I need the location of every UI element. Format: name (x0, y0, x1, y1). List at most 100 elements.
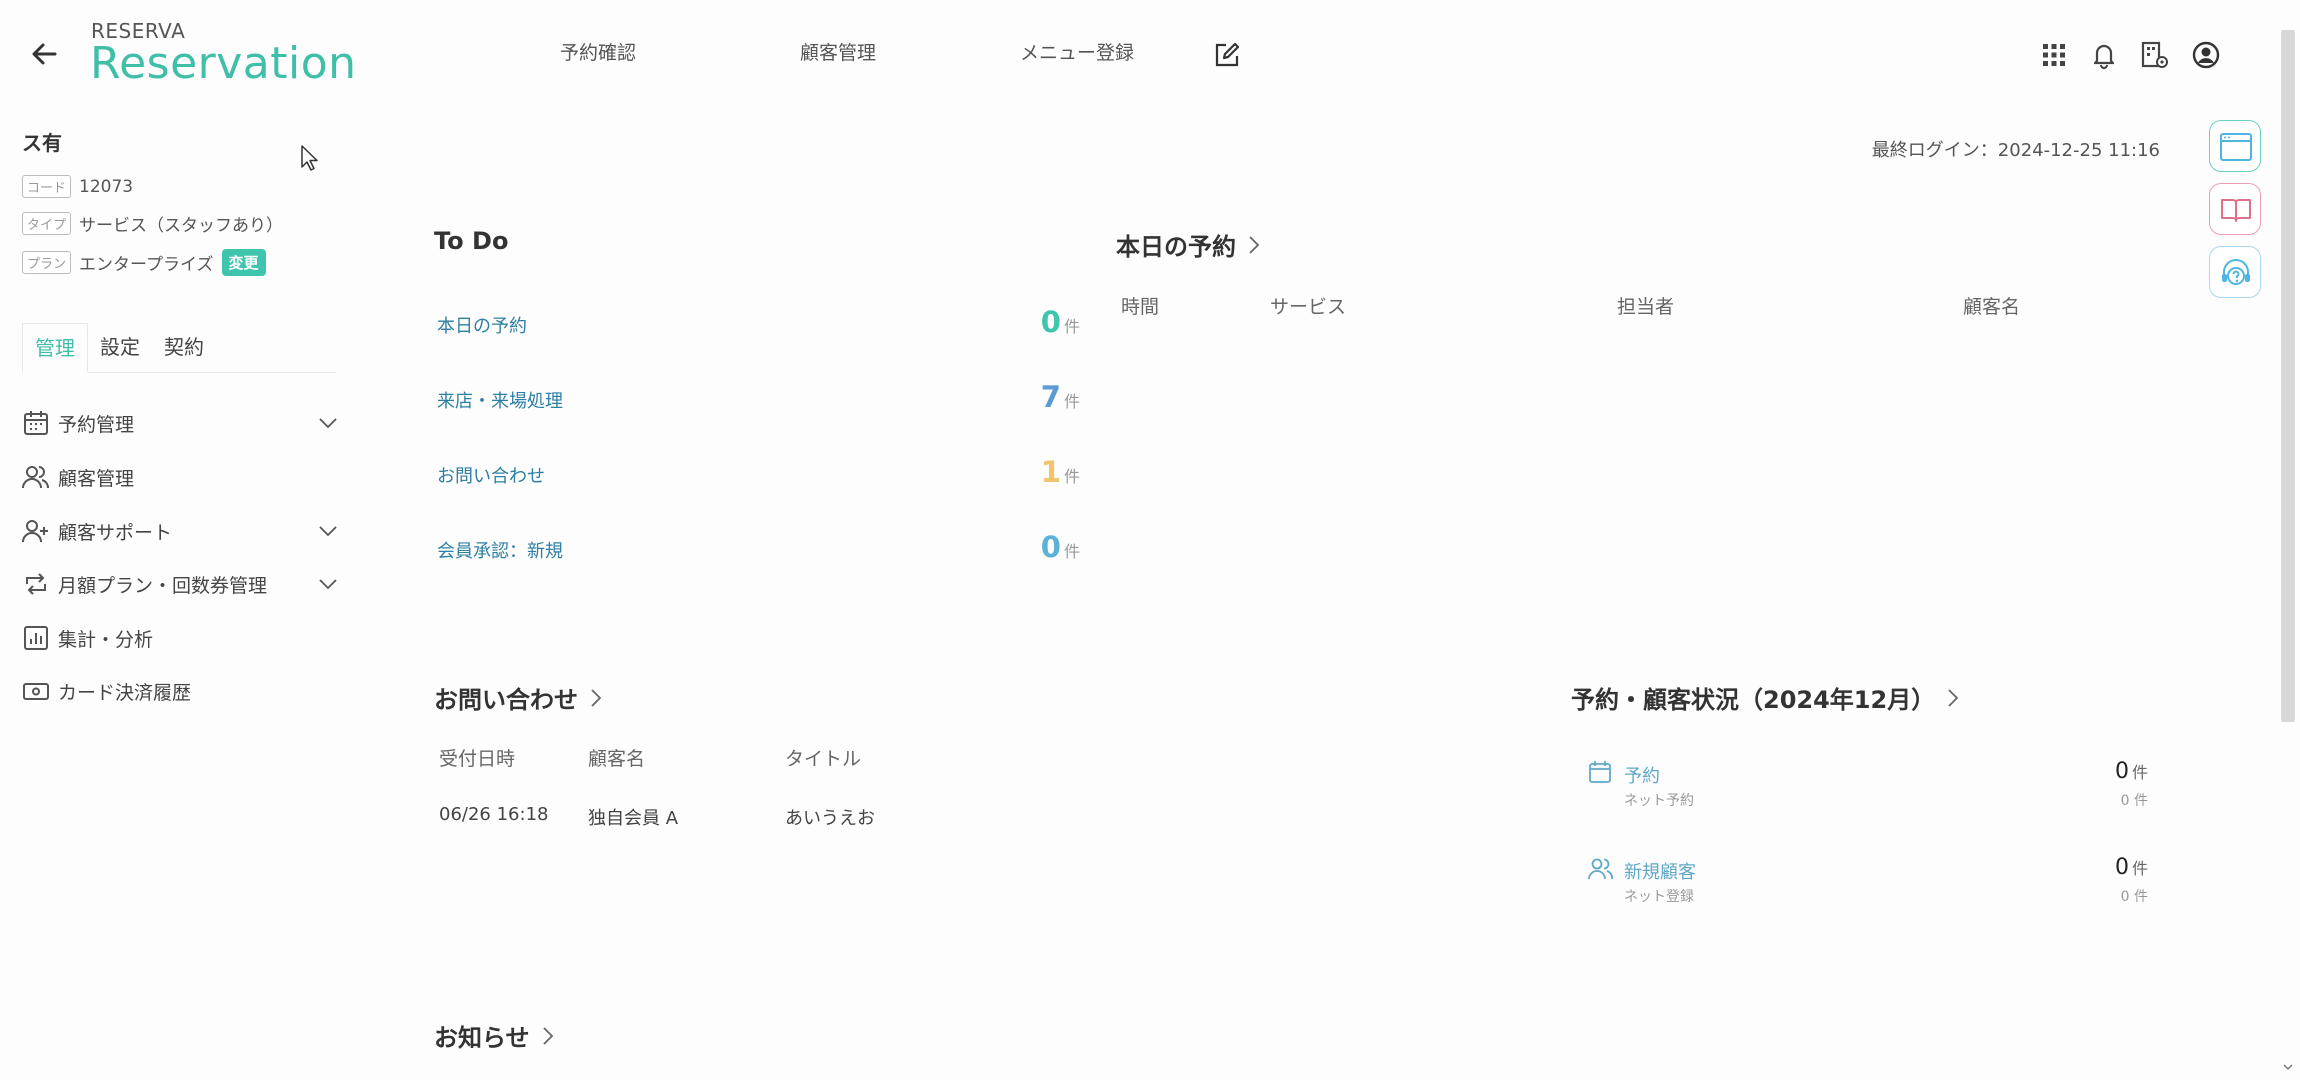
chart-icon (22, 624, 50, 652)
store-plan-row: プラン エンタープライズ 変更 (22, 249, 266, 276)
account-icon[interactable] (2191, 40, 2221, 70)
mouse-cursor-icon (300, 144, 320, 172)
todo-count: 0 (1040, 305, 1061, 339)
today-reservations-title[interactable]: 本日の予約 (1116, 227, 1262, 262)
back-arrow-icon[interactable] (28, 38, 60, 70)
tab-management[interactable]: 管理 (22, 323, 88, 373)
col-time: 時間 (1121, 296, 1160, 318)
tab-settings[interactable]: 設定 (88, 323, 152, 373)
sidebar-item-card-history[interactable]: カード決済履歴 (22, 671, 338, 711)
inquiry-title[interactable]: お問い合わせ (434, 680, 604, 715)
store-type-row: タイプ サービス（スタッフあり） (22, 211, 283, 236)
sidebar-item-reservation-management[interactable]: 予約管理 (22, 403, 338, 443)
chevron-down-icon[interactable] (318, 576, 338, 592)
todo-unit: 件 (1063, 542, 1080, 561)
store-name: ス有 (22, 131, 62, 155)
sidebar-item-label: 月額プラン・回数券管理 (58, 574, 268, 597)
apps-grid-icon[interactable] (2039, 40, 2069, 70)
store-code: 12073 (79, 176, 134, 197)
todo-inquiry-count[interactable]: 1件 (960, 455, 1080, 489)
stat-unit: 件 (2131, 859, 2148, 878)
col-customer-name: 顧客名 (588, 748, 646, 770)
col-customer: 顧客名 (1963, 296, 2021, 318)
todo-count: 7 (1040, 380, 1061, 414)
todo-unit: 件 (1063, 392, 1080, 411)
nav-menu-register[interactable]: メニュー登録 (1020, 38, 1134, 65)
todo-title-text: To Do (434, 227, 509, 255)
todo-title: To Do (434, 227, 508, 255)
tab-contract[interactable]: 契約 (152, 323, 216, 373)
todo-today-count[interactable]: 0件 (960, 305, 1080, 339)
status-new-customer-sub-value: 0 件 (2120, 889, 2148, 905)
nav-customer-management[interactable]: 顧客管理 (800, 38, 876, 65)
today-title-text: 本日の予約 (1116, 233, 1236, 261)
status-new-customer-value: 0件 (2028, 855, 2148, 880)
manual-button[interactable] (2209, 183, 2261, 235)
users-icon (22, 463, 50, 491)
todo-inquiries[interactable]: お問い合わせ (437, 462, 545, 488)
status-reservation-value: 0件 (2028, 759, 2148, 784)
last-login: 最終ログイン：2024-12-25 11:16 (1871, 140, 2160, 161)
stat-number: 0 (2114, 855, 2129, 880)
sidebar-item-label: 顧客管理 (58, 467, 135, 490)
inquiry-date: 06/26 16:18 (439, 804, 549, 825)
sidebar-item-label: 集計・分析 (58, 628, 154, 651)
table-row[interactable]: 06/26 16:18 独自会員 A あいうえお (430, 796, 1030, 832)
scrollbar-thumb[interactable] (2281, 30, 2295, 722)
book-icon (2210, 193, 2260, 227)
inquiry-title-text: お問い合わせ (434, 686, 578, 714)
stat-number: 0 (2114, 759, 2129, 784)
chevron-right-icon (1945, 687, 1961, 709)
edit-icon[interactable] (1212, 40, 1242, 70)
todo-approval-count[interactable]: 0件 (960, 530, 1080, 564)
inquiry-subject: あいうえお (785, 808, 875, 829)
sidebar-tabs: 管理 設定 契約 (22, 323, 336, 373)
sidebar-item-customer-management[interactable]: 顧客管理 (22, 457, 338, 497)
col-received-date: 受付日時 (439, 748, 516, 770)
store-plan: エンタープライズ (79, 255, 214, 275)
brand-logo[interactable]: Reservation (90, 38, 357, 89)
sidebar-item-label: カード決済履歴 (58, 681, 192, 704)
sidebar-item-customer-support[interactable]: 顧客サポート (22, 511, 338, 551)
calendar-icon (22, 409, 50, 437)
status-title[interactable]: 予約・顧客状況（2024年12月） (1571, 680, 1961, 715)
todo-visit-processing[interactable]: 来店・来場処理 (437, 387, 563, 413)
store-settings-icon[interactable] (2139, 40, 2169, 70)
todo-today-reservations[interactable]: 本日の予約 (437, 312, 527, 338)
status-new-customer-sub: ネット登録 (1624, 889, 1694, 905)
status-reservation-label[interactable]: 予約 (1624, 762, 1660, 788)
col-staff: 担当者 (1617, 296, 1675, 318)
scroll-down-arrow[interactable] (2281, 1060, 2295, 1074)
card-icon (22, 677, 50, 705)
sidebar-item-monthly-plan[interactable]: 月額プラン・回数券管理 (22, 564, 338, 604)
status-reservation-sub: ネット予約 (1624, 793, 1694, 809)
status-title-text: 予約・顧客状況（2024年12月） (1571, 686, 1936, 714)
plan-change-button[interactable]: 変更 (221, 249, 266, 276)
help-support-button[interactable] (2209, 246, 2261, 298)
chevron-down-icon[interactable] (318, 415, 338, 431)
chevron-right-icon (540, 1025, 556, 1047)
nav-reservation-check[interactable]: 予約確認 (560, 38, 636, 65)
news-title-text: お知らせ (434, 1024, 530, 1052)
plan-tag: プラン (22, 251, 72, 274)
calendar-icon (1588, 760, 1612, 784)
todo-member-approval[interactable]: 会員承認：新規 (437, 537, 563, 563)
type-tag: タイプ (22, 212, 72, 235)
users-icon (1588, 857, 1614, 881)
sidebar-item-analytics[interactable]: 集計・分析 (22, 618, 338, 658)
news-title[interactable]: お知らせ (434, 1018, 556, 1053)
chevron-right-icon (588, 687, 604, 709)
user-plus-icon (22, 517, 50, 545)
todo-unit: 件 (1063, 467, 1080, 486)
bell-icon[interactable] (2089, 40, 2119, 70)
browser-window-button[interactable] (2209, 120, 2261, 172)
chevron-right-icon (1246, 234, 1262, 256)
browser-window-icon (2210, 130, 2260, 164)
store-type: サービス（スタッフあり） (79, 216, 284, 236)
todo-visit-count[interactable]: 7件 (960, 380, 1080, 414)
col-service: サービス (1270, 296, 1347, 318)
status-new-customer-label[interactable]: 新規顧客 (1624, 858, 1696, 884)
store-code-row: コード 12073 (22, 175, 133, 198)
chevron-down-icon[interactable] (318, 523, 338, 539)
sidebar-item-label: 顧客サポート (58, 521, 173, 544)
